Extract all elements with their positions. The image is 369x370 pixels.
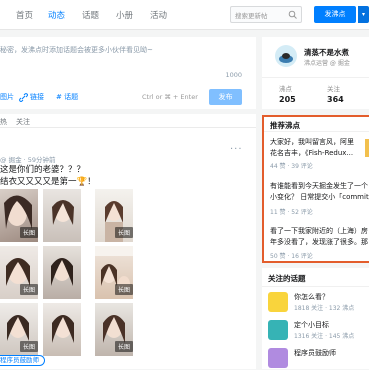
avatar[interactable] [275, 45, 297, 67]
pin-meta: 50 赞 · 16 评论 [270, 253, 313, 260]
feed-tabs: 热 关注 [0, 114, 256, 128]
topic-meta: 1818 关注 · 132 沸点 [294, 305, 355, 312]
topic-tag-pill[interactable]: 程序员鼓励师 [0, 355, 45, 366]
search-placeholder: 搜索更新帖 [235, 12, 268, 20]
long-image-badge: 长图 [20, 341, 38, 352]
recommended-pins-panel: 推荐沸点 大家好，我叫留言风，阿里 花名吉丰，《Fish-Redux... 44… [262, 115, 369, 263]
topic-name: 定个小目标 [294, 321, 329, 329]
long-image-badge: 长图 [115, 284, 133, 295]
pin-composer[interactable]: 秘密，发沸点时添加话题会被更多小伙伴看见呦~ 1000 图片 链接 # 话题 C… [0, 37, 256, 109]
composer-placeholder[interactable]: 秘密，发沸点时添加话题会被更多小伙伴看见呦~ [0, 45, 153, 55]
divider [262, 286, 369, 287]
shortcut-hint: Ctrl or ⌘ + Enter [142, 93, 198, 101]
post-image[interactable] [43, 189, 81, 242]
topic-meta: 1316 关注 · 145 沸点 [294, 333, 355, 340]
long-image-badge: 长图 [20, 284, 38, 295]
post-line: 这是你们的老婆？？？ [0, 165, 86, 175]
pin-text: 看了一下我家附近的（上海）房 [270, 227, 368, 235]
stat-value: 364 [327, 95, 344, 104]
stat-following[interactable]: 关注 364 [327, 83, 344, 104]
tab-following[interactable]: 关注 [16, 117, 30, 127]
link-tool[interactable]: 链接 [30, 92, 44, 102]
publish-button[interactable]: 发布 [209, 89, 242, 105]
followed-topics-panel: 关注的话题 你怎么看？ 1818 关注 · 132 沸点 定个小目标 1316 … [262, 268, 369, 369]
post-image[interactable]: 长图 [0, 246, 38, 299]
post-image[interactable]: 长图 [0, 303, 38, 356]
pin-text: 年多没看了，发现涨了很多。那 [270, 238, 368, 246]
topic-name: 程序员鼓励师 [294, 349, 336, 357]
profile-name[interactable]: 清蒸不是水煮 [304, 47, 349, 58]
profile-card: 清蒸不是水煮 沸点运营 @ 掘金 沸点 205 关注 364 [262, 37, 369, 109]
post-image[interactable] [43, 303, 81, 356]
pin-text: 有谁能看到今天掘金发生了一个 [270, 182, 368, 190]
char-count: 1000 [225, 71, 242, 79]
pin-meta: 44 赞 · 39 评论 [270, 163, 313, 170]
topic-item[interactable]: 程序员鼓励师 [268, 346, 368, 370]
topic-item[interactable]: 定个小目标 1316 关注 · 145 沸点 [268, 318, 368, 342]
post-image[interactable]: 长图 [95, 189, 133, 242]
divider [264, 131, 369, 132]
portrait-image [51, 258, 73, 286]
pin-text: 大家好，我叫留言风，阿里 [270, 138, 354, 146]
post-meta: @ 掘金 · 59分钟前 [0, 156, 56, 164]
top-navbar: 首页 动态 话题 小册 活动 搜索更新帖 发沸点 ▾ [0, 0, 369, 30]
topic-tool[interactable]: # 话题 [56, 92, 78, 102]
portrait-image [52, 315, 74, 343]
topics-title: 关注的话题 [268, 274, 306, 283]
chevron-down-icon[interactable]: ▾ [358, 6, 369, 23]
long-image-badge: 长图 [20, 227, 38, 238]
image-tool[interactable]: 图片 [0, 92, 14, 102]
search-icon[interactable] [288, 10, 298, 20]
avatar-icon [279, 53, 293, 63]
more-options-icon[interactable]: ··· [230, 144, 243, 155]
link-icon [19, 93, 28, 102]
stat-value: 205 [279, 95, 296, 104]
nav-home[interactable]: 首页 [16, 9, 33, 21]
nav-booklets[interactable]: 小册 [116, 9, 133, 21]
long-image-badge: 长图 [115, 341, 133, 352]
post-image[interactable]: 长图 [0, 189, 38, 242]
topic-icon [268, 292, 288, 312]
profile-stats: 沸点 205 关注 364 [262, 77, 369, 109]
long-image-badge: 长图 [115, 227, 133, 238]
pin-text: 小变化？ 日常提交小「commit」 [270, 193, 369, 201]
nav-events[interactable]: 活动 [150, 9, 167, 21]
post-content: 这是你们的老婆？？？ 结衣又又又又是第一🏆！ [0, 164, 96, 188]
nav-activity[interactable]: 动态 [48, 9, 65, 21]
post-pin-button[interactable]: 发沸点 [314, 6, 356, 23]
portrait-image [52, 200, 74, 225]
search-input[interactable]: 搜索更新帖 [230, 6, 302, 23]
topic-name: 你怎么看？ [294, 293, 329, 301]
post-image[interactable] [43, 246, 81, 299]
pin-text: 花名吉丰，《Fish-Redux... [270, 149, 354, 157]
stat-pins[interactable]: 沸点 205 [279, 83, 296, 104]
post-line: 结衣又又又又是第一🏆！ [0, 177, 96, 187]
post-image[interactable]: 长图 [95, 303, 133, 356]
tab-hot[interactable]: 热 [0, 117, 7, 127]
recommended-title: 推荐沸点 [270, 121, 300, 130]
stat-label: 关注 [327, 85, 340, 93]
stat-label: 沸点 [279, 85, 292, 93]
nav-topics[interactable]: 话题 [82, 9, 99, 21]
composer-toolbar: 图片 链接 # 话题 Ctrl or ⌘ + Enter 发布 [0, 89, 256, 107]
post-image[interactable]: 长图 [95, 246, 133, 299]
topic-item[interactable]: 你怎么看？ 1818 关注 · 132 沸点 [268, 290, 368, 314]
pin-thumbnail [365, 139, 369, 157]
pin-meta: 11 赞 · 52 评论 [270, 209, 313, 216]
topic-icon [268, 348, 288, 368]
topic-icon [268, 320, 288, 340]
profile-subtitle: 沸点运营 @ 掘金 [304, 60, 350, 67]
